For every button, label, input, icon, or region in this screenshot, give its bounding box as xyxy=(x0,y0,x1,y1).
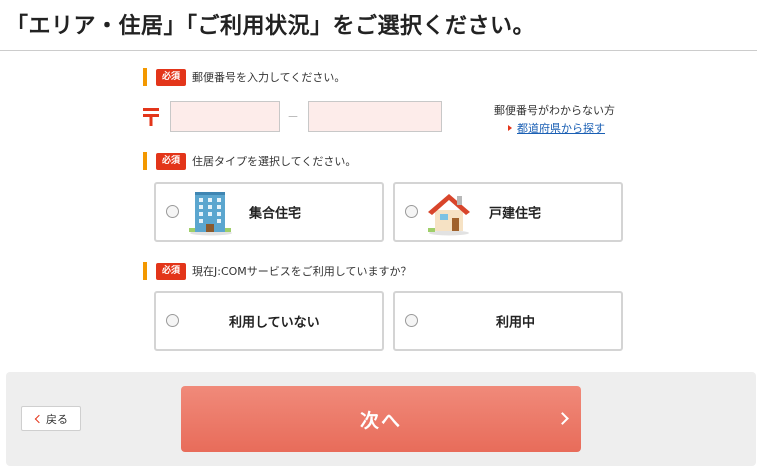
next-button-label: 次へ xyxy=(359,409,402,432)
postal-code-dash: － xyxy=(287,110,300,124)
next-button[interactable]: 次へ xyxy=(181,386,581,452)
radio-button[interactable] xyxy=(166,205,179,218)
housing-question-label: 住居タイプを選択してください。 xyxy=(192,155,357,168)
usage-option-using[interactable]: 利用中 xyxy=(393,291,623,351)
usage-option-using-label: 利用中 xyxy=(496,315,536,331)
postal-code-first-input[interactable] xyxy=(170,101,280,132)
question-marker xyxy=(143,68,147,86)
back-button[interactable]: 戻る xyxy=(21,406,81,431)
prefecture-search-link-label: 都道府県から探す xyxy=(517,122,605,135)
question-marker xyxy=(143,262,147,280)
apartment-icon xyxy=(189,192,232,236)
prefecture-search-link[interactable]: 都道府県から探す xyxy=(508,120,605,136)
page-title: 「エリア・住居」「ご利用状況」をご選択ください。 xyxy=(6,14,536,39)
housing-option-apartment-label: 集合住宅 xyxy=(249,206,302,222)
title-divider xyxy=(0,50,757,51)
postal-mark-icon xyxy=(143,108,159,126)
chevron-left-icon xyxy=(34,414,44,423)
usage-question-label: 現在J:COMサービスをご利用していますか？ xyxy=(192,265,412,278)
usage-question-header: 必須 現在J:COMサービスをご利用していますか？ xyxy=(143,262,411,280)
required-badge: 必須 xyxy=(156,262,187,280)
radio-button[interactable] xyxy=(405,314,418,327)
arrow-right-icon xyxy=(508,125,512,131)
postal-question-header: 必須 郵便番号を入力してください。 xyxy=(143,68,345,86)
housing-option-apartment[interactable]: 集合住宅 xyxy=(154,182,384,242)
house-icon xyxy=(428,194,470,236)
usage-option-not-using-label: 利用していない xyxy=(229,315,320,331)
postal-code-second-input[interactable] xyxy=(308,101,442,132)
footer-bar: 戻る 次へ xyxy=(6,372,756,466)
back-button-label: 戻る xyxy=(46,412,68,426)
question-marker xyxy=(143,152,147,170)
postal-question-label: 郵便番号を入力してください。 xyxy=(192,71,346,84)
required-badge: 必須 xyxy=(156,152,187,170)
housing-option-house-label: 戸建住宅 xyxy=(489,206,542,222)
radio-button[interactable] xyxy=(166,314,179,327)
required-badge: 必須 xyxy=(156,68,187,86)
usage-option-not-using[interactable]: 利用していない xyxy=(154,291,384,351)
housing-option-house[interactable]: 戸建住宅 xyxy=(393,182,623,242)
postal-help-text: 郵便番号がわからない方 xyxy=(494,104,615,117)
radio-button[interactable] xyxy=(405,205,418,218)
chevron-right-icon xyxy=(556,412,569,425)
housing-question-header: 必須 住居タイプを選択してください。 xyxy=(143,152,356,170)
